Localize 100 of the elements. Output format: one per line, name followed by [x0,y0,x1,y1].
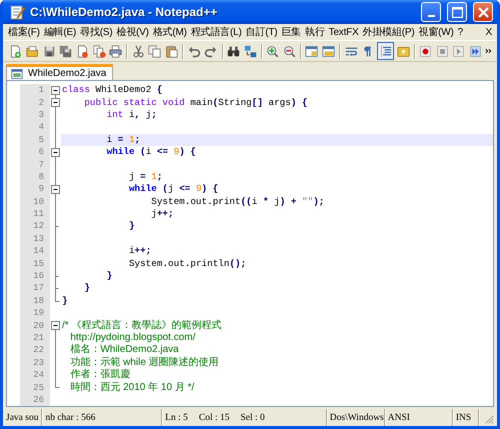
code-line: 時間：西元 2010 年 10 月 */ [69,382,194,394]
line-number: 9 [20,183,50,196]
menu-item[interactable]: 執行 [303,25,327,39]
line-number: 1 [20,84,50,96]
line-number: 16 [20,270,50,282]
menu-item[interactable]: 巨集 [279,25,304,39]
document-length: nb char : 566 [45,412,96,423]
indent-guide-button[interactable] [376,42,394,60]
fold-toggle[interactable] [51,98,60,108]
code-line: 功能：示範 while 迴圈陳述的使用 [69,356,219,368]
code-line: System.out.print((i * j) + ""); [150,196,324,208]
menu-item[interactable]: 自訂(T) [244,25,280,39]
print-icon [109,44,122,58]
line-number: 20 [20,319,50,332]
file-type: Java sou [6,412,38,423]
maximize-button[interactable] [447,2,467,22]
line-number: 5 [20,134,50,146]
menu-item[interactable]: 檢視(V) [114,25,151,39]
close-button[interactable] [473,2,493,22]
menu-item[interactable]: TextFX [326,26,361,38]
fold-toggle[interactable] [51,148,60,157]
line-number: 8 [20,170,50,184]
menu-item[interactable]: 外掛模組(P) [360,25,416,39]
line-number: 19 [20,307,50,320]
replace-icon [244,44,257,58]
copy-icon [148,44,162,58]
zoom-out-icon [282,44,296,58]
code-line: } [128,220,135,232]
line-number: 4 [20,121,50,134]
line-number: 14 [20,245,50,258]
record-icon [419,44,432,58]
undo-icon [188,44,201,58]
close-file-icon [76,44,89,58]
code-line: System.out.println(); [128,258,246,270]
line-number: 3 [20,108,50,122]
fold-toggle[interactable] [51,321,60,330]
line-number: 18 [20,294,50,308]
code-line: int i, j; [106,108,157,121]
menu-item[interactable]: 檔案(F) [6,25,42,39]
play-icon [452,44,466,58]
line-number: 17 [20,282,50,295]
code-line: j = 1; [128,170,162,183]
code-line: j++; [150,208,174,220]
line-ending: Dos\Windows [330,412,384,423]
file-tab[interactable]: WhileDemo2.java [6,64,114,80]
line-number: 7 [20,158,50,171]
menu-item[interactable]: ? [456,26,465,38]
code-line: i = 1; [106,134,140,146]
open-folder-icon [26,44,39,58]
play-multiple-icon [469,44,482,58]
fold-toggle[interactable] [51,86,60,95]
minimize-icon [428,14,434,18]
word-wrap-icon [344,44,358,58]
code-line: } [62,294,68,307]
scissors-icon [132,44,145,58]
fold-toggle[interactable] [51,185,60,194]
paste-icon [165,44,178,58]
menu-item[interactable]: 程式語言(L) [188,25,244,39]
cursor-position: Col : 15 [198,412,230,423]
insert-mode: INS [456,412,472,423]
close-icon [478,6,488,18]
code-line: 作者：張凱慶 [69,369,130,382]
code-line: http://pydoing.blogspot.com/ [69,332,196,344]
line-number: 12 [20,220,50,233]
save-all-icon [59,44,72,58]
code-line: } [83,282,90,294]
line-number: 26 [20,394,50,406]
line-number: 22 [20,344,50,357]
menu-item[interactable]: 尋找(S) [78,25,114,39]
cursor-position: Sel : 0 [240,412,265,423]
notepad-icon [9,4,25,20]
line-number: 23 [20,356,50,369]
menu-item[interactable]: 格式(M) [150,25,189,39]
code-line: 檔名：WhileDemo2.java [69,344,179,356]
line-number: 25 [20,381,50,394]
split-window-alt-icon [322,44,336,58]
split-window-icon [305,44,318,58]
close-all-icon [92,44,106,58]
menu-item[interactable]: 編輯(E) [42,25,78,39]
code-line: i++; [128,245,152,258]
minimize-button[interactable] [421,2,441,22]
line-number: 10 [20,196,50,208]
stop-icon [436,44,449,58]
menu-item[interactable]: 視窗(W) [416,25,456,39]
code-line: public static void main(String[] args) { [83,96,308,109]
line-number: 24 [20,368,50,382]
new-file-icon [9,44,22,58]
encoding: ANSI [388,412,410,423]
redo-icon [204,44,218,58]
indent-guide-icon [378,44,392,58]
save-icon [42,44,56,58]
line-number: 15 [20,257,50,270]
line-number: 11 [20,208,50,220]
code-line: while (i <= 9) { [106,146,196,158]
lightning-icon [396,44,410,58]
zoom-in-icon [266,44,280,58]
line-number: 2 [20,96,50,109]
binoculars-icon [226,44,240,58]
maximize-icon [452,6,462,18]
close-document-button[interactable]: X [484,26,494,38]
